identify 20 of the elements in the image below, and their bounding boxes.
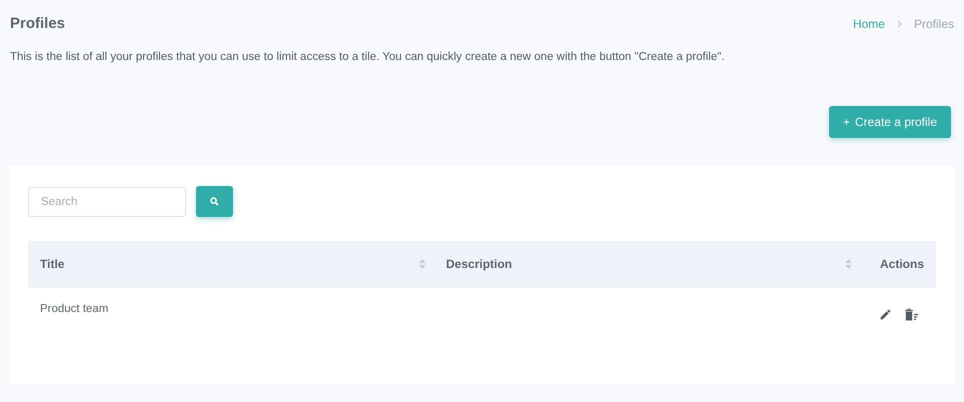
sort-icon[interactable] [845, 259, 852, 270]
pencil-icon[interactable] [879, 308, 892, 322]
page-description: This is the list of all your profiles that you can use to limit access to a tile. You can quickly create a new one with the button "Create a profile". [9, 50, 726, 65]
sort-icon[interactable] [419, 259, 426, 270]
column-label: Actions [880, 256, 924, 274]
search-icon [210, 197, 219, 206]
column-label: Title [40, 256, 64, 274]
breadcrumb-link[interactable]: Home [852, 15, 885, 33]
header-cell[interactable]: Description [434, 241, 860, 288]
page-title: Profiles [10, 14, 66, 34]
chevron-icon [896, 20, 902, 28]
header-cell[interactable]: Title [28, 241, 434, 288]
plus-icon: + [842, 113, 850, 132]
breadcrumb-current: Profiles [914, 16, 954, 33]
table-cell-text: Product team [39, 302, 108, 318]
search-field[interactable]: Search [28, 186, 186, 217]
column-label: Description [446, 256, 512, 274]
trash-icon[interactable] [904, 308, 919, 322]
search-button[interactable] [196, 186, 233, 218]
create-profile-button[interactable]: + Create a profile [828, 106, 951, 138]
